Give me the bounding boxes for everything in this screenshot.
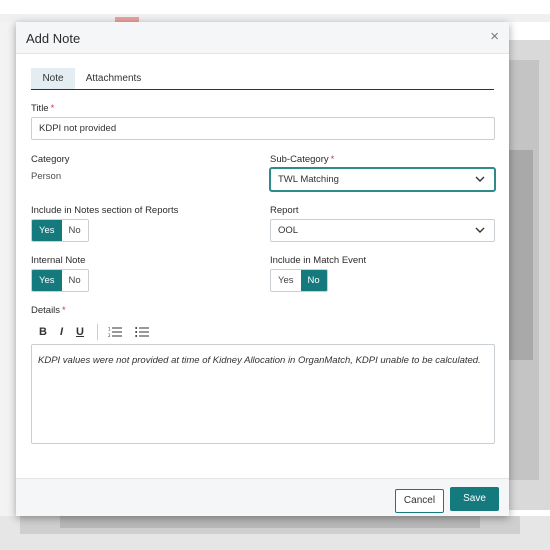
include-notes-no[interactable]: No: [61, 220, 88, 241]
include-notes-yes[interactable]: Yes: [32, 220, 62, 241]
details-editor[interactable]: KDPI values were not provided at time of…: [31, 344, 495, 444]
sub-category-label: Sub-Category *: [270, 154, 334, 165]
report-select[interactable]: OOL: [270, 219, 495, 242]
svg-text:1: 1: [108, 327, 111, 332]
backdrop-block: [60, 516, 480, 528]
modal-footer: Cancel Save: [16, 478, 509, 516]
internal-note-label: Internal Note: [31, 255, 86, 266]
ordered-list-icon[interactable]: 1 2: [108, 326, 122, 338]
chevron-down-icon: [475, 227, 485, 233]
modal-header: Add Note ×: [16, 22, 509, 54]
close-icon[interactable]: ×: [490, 29, 499, 45]
save-button[interactable]: Save: [450, 487, 499, 511]
include-notes-label: Include in Notes section of Reports: [31, 205, 179, 216]
sub-category-value: TWL Matching: [278, 174, 339, 185]
title-input[interactable]: KDPI not provided: [31, 117, 495, 140]
report-label: Report: [270, 205, 299, 216]
backdrop-block: [0, 14, 550, 22]
title-label: Title *: [31, 103, 54, 114]
modal-title: Add Note: [26, 31, 81, 46]
toolbar-divider: [96, 324, 98, 340]
editor-toolbar: B I U 1 2: [31, 322, 162, 342]
include-notes-toggle: Yes No: [31, 219, 89, 242]
underline-button[interactable]: U: [76, 326, 84, 338]
category-value: Person: [31, 171, 62, 182]
tab-attachments[interactable]: Attachments: [75, 68, 152, 89]
required-mark: *: [330, 154, 335, 165]
include-match-yes[interactable]: Yes: [271, 270, 301, 291]
add-note-modal: Add Note × Note Attachments Title * KDPI …: [16, 22, 509, 516]
italic-button[interactable]: I: [60, 326, 63, 338]
bold-button[interactable]: B: [39, 326, 47, 338]
tab-note[interactable]: Note: [31, 68, 75, 89]
report-value: OOL: [278, 225, 299, 236]
chevron-down-icon: [475, 176, 485, 182]
tab-bar: Note Attachments: [31, 68, 494, 90]
internal-note-no[interactable]: No: [61, 270, 88, 291]
details-label: Details *: [31, 305, 66, 316]
bullet-list-icon[interactable]: [135, 326, 149, 338]
required-mark: *: [62, 305, 66, 316]
internal-note-toggle: Yes No: [31, 269, 89, 292]
title-label-text: Title: [31, 103, 49, 114]
category-label: Category: [31, 154, 70, 165]
include-match-toggle: Yes No: [270, 269, 328, 292]
required-mark: *: [50, 103, 55, 114]
include-match-label: Include in Match Event: [270, 255, 367, 266]
backdrop-block: [0, 22, 16, 516]
cancel-button[interactable]: Cancel: [395, 489, 444, 513]
svg-text:2: 2: [108, 333, 111, 338]
include-match-no[interactable]: No: [300, 270, 327, 291]
sub-category-label-text: Sub-Category: [270, 154, 329, 165]
details-label-text: Details: [31, 305, 61, 316]
backdrop-block: [509, 150, 533, 360]
sub-category-select[interactable]: TWL Matching: [270, 168, 495, 191]
internal-note-yes[interactable]: Yes: [32, 270, 62, 291]
